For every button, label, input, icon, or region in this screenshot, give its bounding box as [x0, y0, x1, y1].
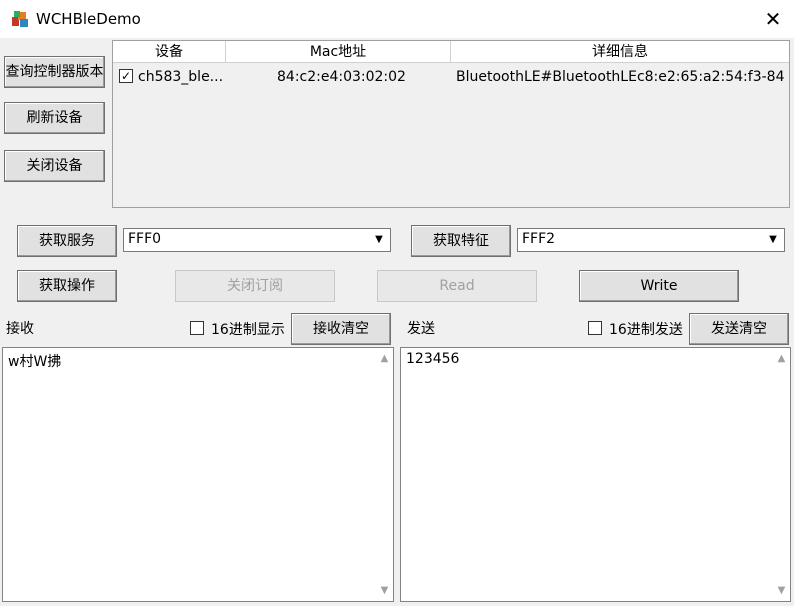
get-service-button[interactable]: 获取服务	[17, 225, 117, 257]
send-clear-button[interactable]: 发送清空	[689, 313, 789, 345]
app-icon	[12, 11, 28, 27]
send-textarea[interactable]: 123456 ▲ ▼	[400, 347, 791, 602]
send-hex-checkbox[interactable]	[588, 321, 602, 335]
refresh-devices-button[interactable]: 刷新设备	[4, 102, 105, 134]
close-subscribe-button[interactable]: 关闭订阅	[175, 270, 335, 302]
column-header-mac[interactable]: Mac地址	[226, 41, 450, 63]
send-text: 123456	[406, 351, 460, 367]
receive-scrollbar[interactable]: ▲ ▼	[376, 348, 393, 601]
service-select[interactable]: FFF0 ▼	[123, 228, 391, 252]
characteristic-select-value: FFF2	[522, 231, 556, 247]
write-button[interactable]: Write	[579, 270, 739, 302]
query-version-button[interactable]: 查询控制器版本	[4, 56, 105, 88]
send-label: 发送	[407, 321, 435, 337]
chevron-down-icon[interactable]: ▼	[369, 230, 389, 250]
read-button[interactable]: Read	[377, 270, 537, 302]
close-device-button[interactable]: 关闭设备	[4, 150, 105, 182]
device-name-cell[interactable]: ch583_ble...	[138, 69, 223, 85]
title-bar: WCHBleDemo ✕	[0, 0, 794, 38]
service-select-value: FFF0	[128, 231, 162, 247]
receive-hex-label: 16进制显示	[211, 322, 285, 338]
scroll-up-icon[interactable]: ▲	[376, 350, 393, 367]
scroll-down-icon[interactable]: ▼	[773, 582, 790, 599]
column-header-device[interactable]: 设备	[113, 41, 225, 63]
receive-label: 接收	[6, 321, 34, 337]
send-hex-label: 16进制发送	[609, 322, 683, 338]
scroll-up-icon[interactable]: ▲	[773, 350, 790, 367]
get-characteristic-button[interactable]: 获取特征	[411, 225, 511, 257]
characteristic-select[interactable]: FFF2 ▼	[517, 228, 785, 252]
receive-text: w村W拂	[8, 354, 62, 370]
scroll-down-icon[interactable]: ▼	[376, 582, 393, 599]
window-title: WCHBleDemo	[36, 10, 141, 28]
receive-clear-button[interactable]: 接收清空	[291, 313, 391, 345]
column-header-details[interactable]: 详细信息	[451, 41, 789, 63]
device-mac-cell[interactable]: 84:c2:e4:03:02:02	[277, 69, 447, 85]
receive-textarea[interactable]: w村W拂 ▲ ▼	[2, 347, 394, 602]
device-details-cell[interactable]: BluetoothLE#BluetoothLEc8:e2:65:a2:54:f3…	[456, 69, 786, 85]
close-icon[interactable]: ✕	[760, 6, 786, 32]
send-scrollbar[interactable]: ▲ ▼	[773, 348, 790, 601]
receive-hex-checkbox[interactable]	[190, 321, 204, 335]
device-row-checkbox[interactable]: ✓	[119, 69, 133, 83]
chevron-down-icon[interactable]: ▼	[763, 230, 783, 250]
get-operation-button[interactable]: 获取操作	[17, 270, 117, 302]
device-list[interactable]: 设备 Mac地址 详细信息 ✓ ch583_ble... 84:c2:e4:03…	[112, 40, 790, 208]
